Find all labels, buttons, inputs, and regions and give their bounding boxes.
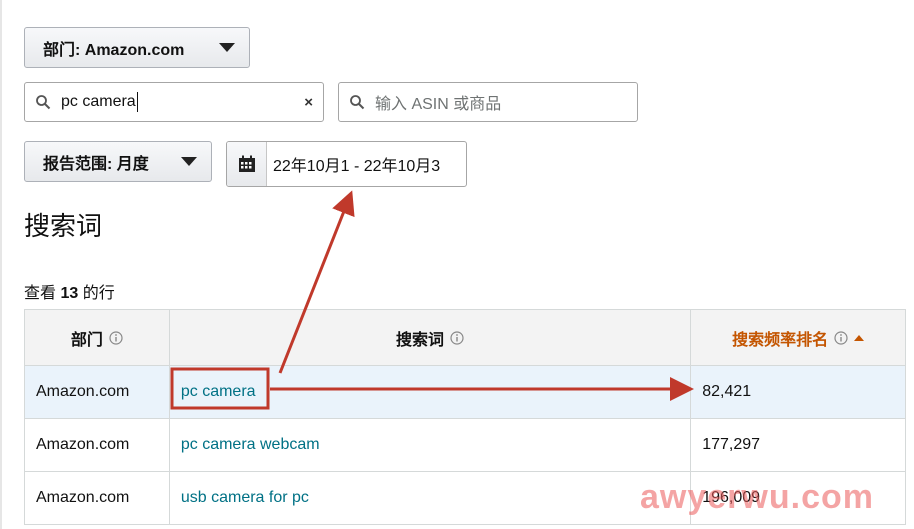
info-icon[interactable] xyxy=(109,330,123,345)
cell-rank: 82,421 xyxy=(691,366,906,418)
report-range-label: 报告范围: 月度 xyxy=(43,155,149,173)
date-range-picker[interactable]: 22年10月1 - 22年10月3 xyxy=(226,141,467,187)
search-term-link[interactable]: pc camera webcam xyxy=(181,436,320,454)
section-title: 搜索词 xyxy=(24,211,103,241)
header-search-term-label: 搜索词 xyxy=(396,331,445,349)
table-row: Amazon.com pc camera 82,421 xyxy=(25,366,906,419)
report-range-dropdown[interactable]: 报告范围: 月度 xyxy=(24,141,212,182)
search-term-value: pc camera xyxy=(61,93,136,110)
header-department[interactable]: 部门 xyxy=(25,310,170,365)
department-dropdown-label: 部门: Amazon.com xyxy=(43,41,185,59)
cell-department: Amazon.com xyxy=(25,472,170,524)
cell-department: Amazon.com xyxy=(25,419,170,471)
watermark: awyerwu.com xyxy=(640,478,874,516)
asin-search-input[interactable]: 输入 ASIN 或商品 xyxy=(338,82,638,122)
department-dropdown[interactable]: 部门: Amazon.com xyxy=(24,27,250,68)
info-icon[interactable] xyxy=(450,330,464,345)
header-department-label: 部门 xyxy=(70,331,103,349)
clear-icon[interactable]: × xyxy=(304,94,313,111)
row-count: 查看 13 的行 xyxy=(24,279,115,303)
search-term-link[interactable]: usb camera for pc xyxy=(181,489,309,507)
chevron-down-icon xyxy=(181,157,197,166)
search-term-input[interactable]: pc camera × xyxy=(24,82,324,122)
header-search-frequency-rank[interactable]: 搜索频率排名 xyxy=(691,310,906,365)
table-header-row: 部门 搜索词 搜索频率排名 xyxy=(25,310,906,366)
date-range-value: 22年10月1 - 22年10月3 xyxy=(273,158,441,175)
cell-search-term: usb camera for pc xyxy=(170,472,692,524)
cell-search-term: pc camera webcam xyxy=(170,419,692,471)
cell-department: Amazon.com xyxy=(25,366,170,418)
chevron-down-icon xyxy=(219,43,235,52)
sort-ascending-icon[interactable] xyxy=(854,334,865,341)
row-count-suffix: 的行 xyxy=(82,285,115,302)
cell-rank: 177,297 xyxy=(691,419,906,471)
calendar-button[interactable] xyxy=(227,142,267,186)
cell-search-term: pc camera xyxy=(169,366,692,418)
search-icon xyxy=(36,95,51,110)
row-count-number: 13 xyxy=(60,285,79,302)
asin-search-placeholder: 输入 ASIN 或商品 xyxy=(375,96,502,113)
search-term-link[interactable]: pc camera xyxy=(181,383,256,401)
table-row: Amazon.com pc camera webcam 177,297 xyxy=(25,419,906,472)
text-cursor xyxy=(136,92,138,112)
search-icon xyxy=(350,95,365,110)
header-search-term[interactable]: 搜索词 xyxy=(169,310,692,365)
info-icon[interactable] xyxy=(834,330,848,345)
calendar-icon xyxy=(238,155,255,172)
row-count-prefix: 查看 xyxy=(24,285,57,302)
header-rank-label: 搜索频率排名 xyxy=(732,331,829,349)
left-divider xyxy=(0,0,2,529)
